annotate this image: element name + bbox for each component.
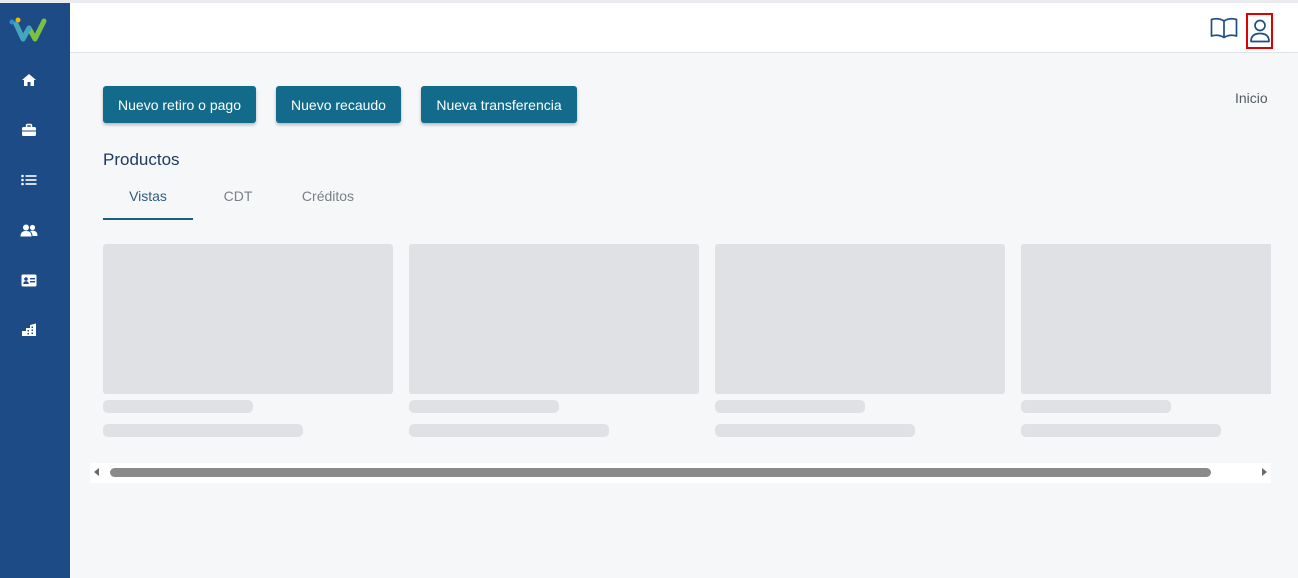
scrollbar-thumb[interactable]: [110, 468, 1211, 477]
tab-creditos[interactable]: Créditos: [283, 188, 373, 220]
skeleton-line: [409, 424, 609, 437]
user-icon[interactable]: [1246, 13, 1273, 49]
skeleton-line: [409, 400, 559, 413]
book-open-icon[interactable]: [1210, 14, 1238, 42]
tab-vistas[interactable]: Vistas: [103, 188, 193, 220]
product-card-skeleton: [103, 244, 393, 444]
id-card-icon[interactable]: [19, 270, 39, 290]
skeleton-line: [103, 424, 303, 437]
briefcase-icon[interactable]: [19, 120, 39, 140]
scroll-right-arrow-icon[interactable]: [1262, 468, 1267, 476]
skeleton-image: [1021, 244, 1271, 394]
new-withdrawal-button[interactable]: Nuevo retiro o pago: [103, 86, 256, 123]
skeleton-line: [103, 400, 253, 413]
skeleton-line: [715, 424, 915, 437]
product-tabs: Vistas CDT Créditos: [103, 184, 403, 220]
skeleton-image: [409, 244, 699, 394]
new-transfer-button[interactable]: Nueva transferencia: [421, 86, 577, 123]
list-icon[interactable]: [19, 170, 39, 190]
products-title: Productos: [103, 150, 180, 169]
product-cards-carousel: [103, 244, 1271, 444]
skeleton-line: [1021, 424, 1221, 437]
scroll-left-arrow-icon[interactable]: [94, 468, 99, 476]
skeleton-line: [1021, 400, 1171, 413]
tab-cdt[interactable]: CDT: [193, 188, 283, 220]
horizontal-scrollbar[interactable]: [90, 463, 1271, 483]
top-header: [70, 3, 1298, 53]
product-card-skeleton: [715, 244, 1005, 444]
main-content: Nuevo retiro o pago Nuevo recaudo Nueva …: [70, 54, 1298, 578]
breadcrumb[interactable]: Inicio: [1235, 90, 1268, 106]
home-icon[interactable]: [19, 70, 39, 90]
skeleton-image: [715, 244, 1005, 394]
skeleton-image: [103, 244, 393, 394]
company-logo[interactable]: [8, 15, 50, 43]
users-icon[interactable]: [19, 220, 39, 240]
new-collection-button[interactable]: Nuevo recaudo: [276, 86, 401, 123]
skeleton-line: [715, 400, 865, 413]
product-card-skeleton: [1021, 244, 1271, 444]
building-icon[interactable]: [19, 320, 39, 340]
sidebar: [0, 3, 70, 578]
product-card-skeleton: [409, 244, 699, 444]
